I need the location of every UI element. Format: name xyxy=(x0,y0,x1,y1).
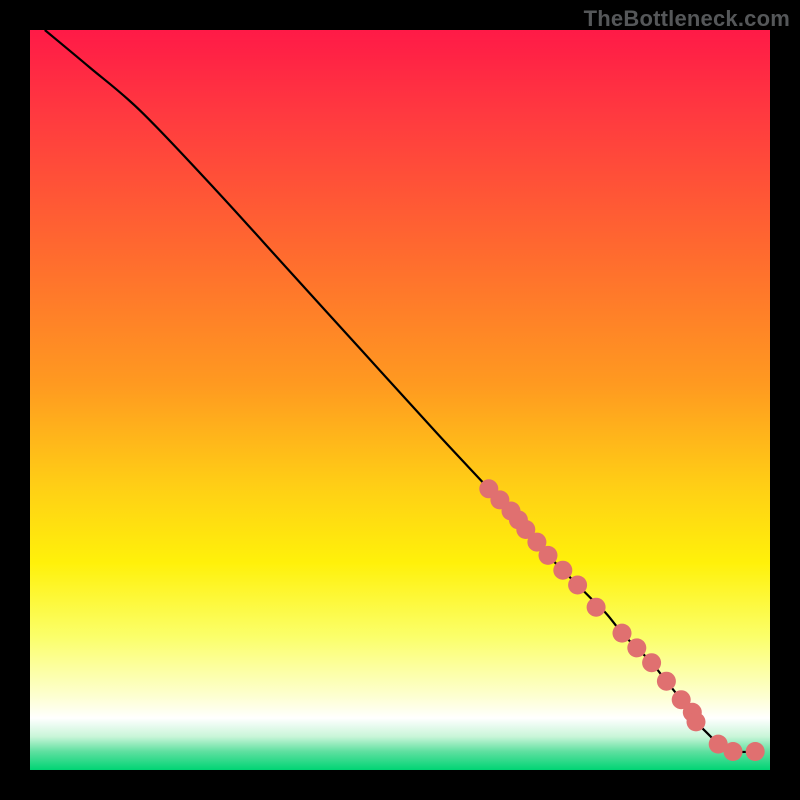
marker-point xyxy=(587,598,606,617)
marker-point xyxy=(657,672,676,691)
bottleneck-chart xyxy=(30,30,770,770)
marker-point xyxy=(687,712,706,731)
watermark-text: TheBottleneck.com xyxy=(584,6,790,32)
marker-point xyxy=(746,742,765,761)
marker-point xyxy=(627,638,646,657)
chart-svg xyxy=(30,30,770,770)
marker-point xyxy=(539,546,558,565)
marker-point xyxy=(724,742,743,761)
marker-point xyxy=(613,624,632,643)
marker-point xyxy=(568,576,587,595)
marker-point xyxy=(642,653,661,672)
marker-point xyxy=(553,561,572,580)
